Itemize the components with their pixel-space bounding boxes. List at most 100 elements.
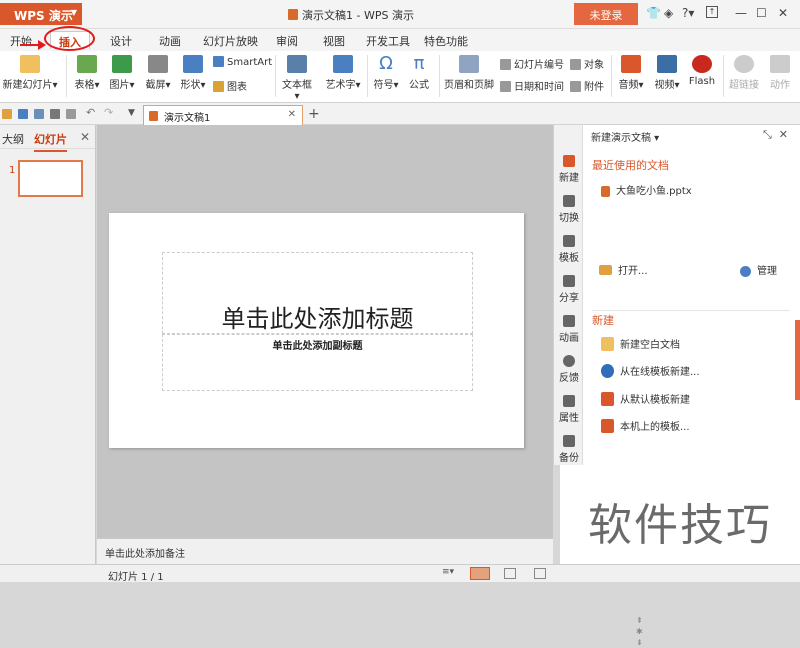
share-users-icon — [563, 275, 575, 287]
task-pane-header[interactable]: 新建演示文稿 ▾ — [591, 129, 659, 144]
reading-view-icon[interactable] — [534, 568, 546, 579]
menu-slideshow[interactable]: 幻灯片放映 — [203, 33, 258, 49]
chevron-down-icon: ▼ — [70, 8, 77, 17]
equation-button[interactable]: π 公式 — [405, 55, 433, 92]
wordart-button[interactable]: 艺术字▾ — [322, 55, 364, 91]
hyperlink-label: 超链接 — [729, 80, 759, 91]
save-icon[interactable] — [18, 109, 28, 119]
cube-icon[interactable]: ◈ — [664, 6, 673, 20]
slide-number-button[interactable]: 幻灯片编号 — [500, 56, 564, 71]
strip-share[interactable]: 分享 — [554, 275, 584, 304]
help-icon[interactable]: ?▾ — [682, 6, 694, 20]
header-footer-button[interactable]: 页眉和页脚 — [443, 55, 495, 91]
table-label: 表格 — [74, 80, 95, 91]
slide-canvas[interactable]: 单击此处添加标题 单击此处添加副标题 — [109, 213, 524, 448]
recent-file-item[interactable]: 大鱼吃小鱼.pptx — [601, 182, 692, 197]
local-template-icon — [601, 419, 614, 433]
menu-insert[interactable]: 插入 — [50, 31, 90, 49]
close-icon[interactable]: ✕ — [80, 130, 90, 144]
flash-icon — [692, 55, 712, 73]
print-preview-icon[interactable] — [66, 109, 76, 119]
maximize-icon[interactable]: ☐ — [756, 6, 767, 20]
flash-label: Flash — [688, 76, 716, 87]
language-icon[interactable]: ≡▾ — [442, 567, 454, 578]
video-button[interactable]: 视频▾ — [651, 55, 683, 91]
new-from-default-template[interactable]: 从默认模板新建 — [601, 391, 690, 406]
notes-area[interactable]: 单击此处添加备注 — [97, 538, 553, 564]
menu-developer[interactable]: 开发工具 — [366, 33, 410, 49]
symbol-button[interactable]: Ω 符号▾ — [372, 55, 400, 92]
picture-button[interactable]: 图片▾ — [107, 55, 137, 91]
close-tab-icon[interactable]: ✕ — [288, 109, 296, 120]
window-restore-icon[interactable]: ↑ — [706, 6, 718, 18]
hyperlink-button[interactable]: 超链接 — [727, 55, 761, 91]
menu-special-features[interactable]: 特色功能 — [424, 33, 468, 49]
export-icon[interactable] — [34, 109, 44, 119]
open-button[interactable]: 打开... — [599, 262, 648, 277]
presentation-file-icon — [288, 9, 298, 20]
pane-collapse-handle[interactable] — [795, 320, 800, 400]
customize-dropdown-icon[interactable]: ▼ — [128, 108, 138, 118]
properties-icon — [563, 395, 575, 407]
flash-button[interactable]: Flash — [687, 55, 717, 87]
star-icon[interactable]: ✱ — [636, 626, 646, 637]
menu-view[interactable]: 视图 — [323, 33, 345, 49]
open-folder-icon[interactable] — [2, 109, 12, 119]
wps-app-menu-button[interactable]: WPS 演示 ▼ — [0, 3, 82, 25]
slide-number-label: 幻灯片编号 — [514, 60, 564, 71]
menu-design[interactable]: 设计 — [110, 33, 132, 49]
action-button[interactable]: 动作 — [765, 55, 795, 91]
object-icon — [570, 59, 581, 70]
object-button[interactable]: 对象 — [570, 56, 604, 71]
tab-outline[interactable]: 大纲 — [2, 131, 24, 147]
ribbon-separator — [367, 55, 368, 97]
strip-backup[interactable]: 备份 — [554, 435, 584, 464]
add-tab-icon[interactable]: + — [308, 106, 320, 122]
close-icon[interactable]: ✕ — [778, 6, 788, 20]
page-down-icon[interactable]: ⇟ — [636, 637, 646, 648]
close-icon[interactable]: ✕ — [779, 128, 788, 141]
smartart-button[interactable]: SmartArt — [213, 56, 272, 68]
tab-document[interactable]: 演示文稿1 ✕ — [143, 105, 303, 125]
menu-review[interactable]: 审阅 — [276, 33, 298, 49]
slide-sorter-icon[interactable] — [504, 568, 516, 579]
redo-icon[interactable]: ↷ — [104, 106, 114, 119]
textbox-button[interactable]: 文本框▾ — [280, 55, 314, 102]
subtitle-placeholder[interactable]: 单击此处添加副标题 — [162, 334, 473, 391]
strip-template[interactable]: 模板 — [554, 235, 584, 264]
new-blank-document[interactable]: 新建空白文档 — [601, 336, 680, 351]
local-templates[interactable]: 本机上的模板... — [601, 418, 690, 433]
attachment-button[interactable]: 附件 — [570, 78, 604, 93]
new-from-online-template[interactable]: 从在线模板新建... — [601, 363, 700, 378]
manage-button[interactable]: 管理 — [740, 262, 777, 277]
login-button[interactable]: 未登录 — [574, 3, 638, 25]
menu-home[interactable]: 开始 — [10, 33, 32, 49]
paperclip-icon — [570, 81, 581, 92]
strip-new[interactable]: 新建 — [554, 155, 584, 184]
header-footer-label: 页眉和页脚 — [444, 80, 494, 91]
menu-animation[interactable]: 动画 — [159, 33, 181, 49]
strip-animation[interactable]: 动画 — [554, 315, 584, 344]
minimize-icon[interactable]: — — [735, 6, 747, 20]
strip-transition[interactable]: 切换 — [554, 195, 584, 224]
chart-button[interactable]: 图表 — [213, 78, 247, 93]
audio-button[interactable]: 音频▾ — [615, 55, 647, 91]
undo-icon[interactable]: ↶ — [86, 106, 96, 119]
screenshot-button[interactable]: 截屏▾ — [143, 55, 173, 91]
date-time-button[interactable]: 日期和时间 — [500, 78, 564, 93]
tab-slides[interactable]: 幻灯片 — [34, 131, 67, 152]
shape-button[interactable]: 形状▾ — [178, 55, 208, 91]
shirt-icon[interactable]: 👕 — [646, 6, 661, 20]
strip-properties[interactable]: 属性 — [554, 395, 584, 424]
table-button[interactable]: 表格▾ — [72, 55, 102, 91]
new-slide-button[interactable]: 新建幻灯片▾ — [2, 55, 58, 91]
slide-thumbnail[interactable] — [18, 160, 83, 197]
page-up-icon[interactable]: ⇞ — [636, 615, 646, 626]
shrink-icon[interactable]: ⤡ — [763, 128, 772, 141]
print-icon[interactable] — [50, 109, 60, 119]
normal-view-icon[interactable] — [470, 567, 490, 580]
strip-feedback[interactable]: 反馈 — [554, 355, 584, 384]
smartart-label: SmartArt — [227, 57, 273, 68]
title-placeholder[interactable]: 单击此处添加标题 — [162, 252, 473, 334]
strip-transition-label: 切换 — [559, 213, 579, 224]
